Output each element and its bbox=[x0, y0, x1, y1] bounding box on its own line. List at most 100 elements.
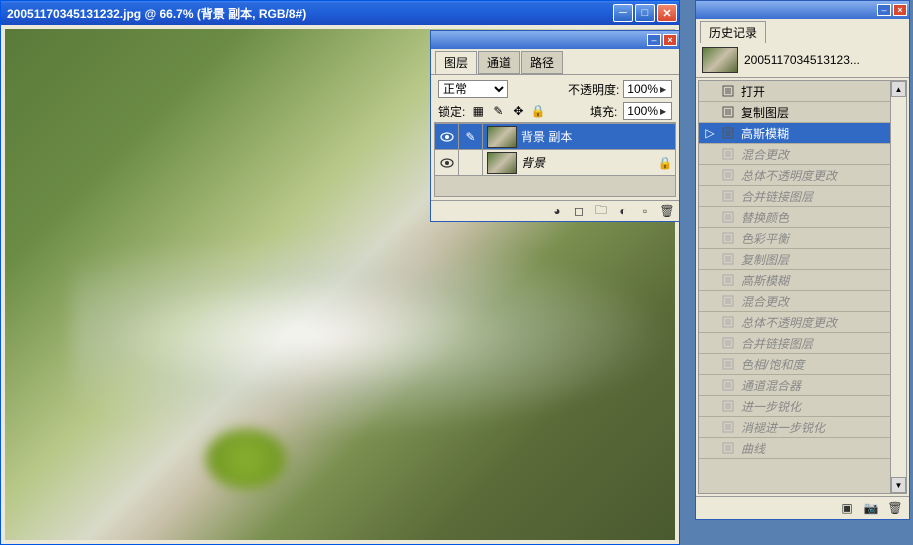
opacity-input[interactable]: 100%▶ bbox=[623, 80, 672, 98]
history-step-icon bbox=[719, 106, 737, 118]
history-step-label: 色彩平衡 bbox=[737, 230, 906, 247]
panel-minimize-button[interactable]: – bbox=[647, 34, 661, 46]
history-step-label: 合并链接图层 bbox=[737, 335, 906, 352]
history-snapshot-row[interactable]: 2005117034513123... bbox=[696, 43, 909, 78]
layer-name[interactable]: 背景 bbox=[521, 154, 655, 171]
history-row[interactable]: 替换颜色 bbox=[699, 207, 906, 228]
history-step-icon bbox=[719, 442, 737, 454]
arrow-right-icon[interactable]: ▶ bbox=[659, 107, 669, 116]
history-row[interactable]: 总体不透明度更改 bbox=[699, 165, 906, 186]
history-row[interactable]: 进一步锐化 bbox=[699, 396, 906, 417]
layer-mask-icon[interactable]: ◻ bbox=[571, 204, 587, 218]
history-source-marker[interactable]: ▷ bbox=[701, 126, 719, 140]
history-row[interactable]: 色相/饱和度 bbox=[699, 354, 906, 375]
arrow-right-icon[interactable]: ▶ bbox=[659, 85, 669, 94]
snapshot-thumbnail[interactable] bbox=[702, 47, 738, 73]
layer-row[interactable]: 背景 🔒 bbox=[435, 150, 675, 176]
history-step-icon bbox=[719, 253, 737, 265]
history-step-label: 复制图层 bbox=[737, 251, 906, 268]
layers-panel-titlebar[interactable]: – × bbox=[431, 31, 679, 49]
history-step-label: 打开 bbox=[737, 83, 906, 100]
history-row[interactable]: 消褪进一步锐化 bbox=[699, 417, 906, 438]
layers-panel: – × 图层 通道 路径 正常 不透明度: 100%▶ 锁定: ▦ ✎ ✥ 🔒 … bbox=[430, 30, 680, 222]
history-row[interactable]: 曲线 bbox=[699, 438, 906, 459]
history-step-label: 混合更改 bbox=[737, 146, 906, 163]
panel-close-button[interactable]: × bbox=[893, 4, 907, 16]
tab-paths[interactable]: 路径 bbox=[521, 51, 563, 74]
lock-label: 锁定: bbox=[438, 103, 465, 120]
scrollbar[interactable]: ▲ ▼ bbox=[890, 81, 906, 493]
history-row[interactable]: 色彩平衡 bbox=[699, 228, 906, 249]
new-layer-icon[interactable]: ▫ bbox=[637, 204, 653, 218]
history-step-icon bbox=[719, 148, 737, 160]
panel-minimize-button[interactable]: – bbox=[877, 4, 891, 16]
history-row[interactable]: 复制图层 bbox=[699, 249, 906, 270]
history-row[interactable]: 总体不透明度更改 bbox=[699, 312, 906, 333]
history-row[interactable]: 高斯模糊 bbox=[699, 270, 906, 291]
history-step-icon bbox=[719, 127, 737, 139]
history-step-label: 高斯模糊 bbox=[737, 125, 906, 142]
history-step-icon bbox=[719, 379, 737, 391]
history-row[interactable]: ▷ 高斯模糊 bbox=[699, 123, 906, 144]
history-row[interactable]: 通道混合器 bbox=[699, 375, 906, 396]
history-row[interactable]: 混合更改 bbox=[699, 144, 906, 165]
history-step-label: 进一步锐化 bbox=[737, 398, 906, 415]
tab-channels[interactable]: 通道 bbox=[478, 51, 520, 74]
history-step-icon bbox=[719, 190, 737, 202]
history-list: 打开复制图层▷高斯模糊混合更改总体不透明度更改合并链接图层替换颜色色彩平衡复制图… bbox=[698, 80, 907, 494]
tab-layers[interactable]: 图层 bbox=[435, 51, 477, 74]
link-slot[interactable] bbox=[459, 150, 483, 175]
new-snapshot-icon[interactable]: 📷 bbox=[863, 501, 879, 515]
blend-mode-select[interactable]: 正常 bbox=[438, 80, 508, 98]
lock-all-icon[interactable]: 🔒 bbox=[531, 104, 545, 118]
lock-transparency-icon[interactable]: ▦ bbox=[471, 104, 485, 118]
history-step-label: 通道混合器 bbox=[737, 377, 906, 394]
history-row[interactable]: 合并链接图层 bbox=[699, 186, 906, 207]
adjustment-layer-icon[interactable]: ◐ bbox=[615, 204, 631, 218]
layers-panel-body: 正常 不透明度: 100%▶ 锁定: ▦ ✎ ✥ 🔒 填充: 100%▶ ✎ 背… bbox=[431, 74, 679, 200]
history-step-icon bbox=[719, 316, 737, 328]
scroll-down-icon[interactable]: ▼ bbox=[891, 477, 906, 493]
history-panel: – × 历史记录 2005117034513123... 打开复制图层 ▷ 高斯模糊… bbox=[695, 0, 910, 520]
visibility-toggle[interactable] bbox=[435, 150, 459, 175]
snapshot-name: 2005117034513123... bbox=[744, 53, 860, 67]
layer-name[interactable]: 背景 副本 bbox=[521, 128, 675, 145]
layer-list: ✎ 背景 副本 背景 🔒 bbox=[434, 123, 676, 197]
history-tabs: 历史记录 bbox=[696, 19, 909, 43]
history-body: 2005117034513123... 打开复制图层▷高斯模糊混合更改总体不透明… bbox=[696, 43, 909, 519]
history-step-icon bbox=[719, 337, 737, 349]
history-panel-titlebar[interactable]: – × bbox=[696, 1, 909, 19]
layer-style-icon[interactable]: ◕ bbox=[549, 204, 565, 218]
minimize-button[interactable]: ─ bbox=[613, 4, 633, 22]
delete-state-icon[interactable]: 🗑 bbox=[887, 501, 903, 515]
scroll-up-icon[interactable]: ▲ bbox=[891, 81, 906, 97]
layer-row[interactable]: ✎ 背景 副本 bbox=[435, 124, 675, 150]
history-step-icon bbox=[719, 274, 737, 286]
layer-thumbnail[interactable] bbox=[487, 126, 517, 148]
history-row[interactable]: 合并链接图层 bbox=[699, 333, 906, 354]
delete-layer-icon[interactable]: 🗑 bbox=[659, 204, 675, 218]
history-step-icon bbox=[719, 358, 737, 370]
history-step-label: 混合更改 bbox=[737, 293, 906, 310]
history-row[interactable]: 打开 bbox=[699, 81, 906, 102]
history-step-label: 总体不透明度更改 bbox=[737, 167, 906, 184]
close-button[interactable]: ✕ bbox=[657, 4, 677, 22]
history-row[interactable]: 复制图层 bbox=[699, 102, 906, 123]
layer-thumbnail[interactable] bbox=[487, 152, 517, 174]
lock-move-icon[interactable]: ✥ bbox=[511, 104, 525, 118]
lock-brush-icon[interactable]: ✎ bbox=[491, 104, 505, 118]
maximize-button[interactable]: □ bbox=[635, 4, 655, 22]
fill-input[interactable]: 100%▶ bbox=[623, 102, 672, 120]
history-row[interactable]: 混合更改 bbox=[699, 291, 906, 312]
new-document-from-state-icon[interactable]: ▣ bbox=[839, 501, 855, 515]
document-titlebar[interactable]: 20051170345131232.jpg @ 66.7% (背景 副本, RG… bbox=[1, 1, 679, 25]
tab-history[interactable]: 历史记录 bbox=[700, 21, 766, 43]
opacity-label: 不透明度: bbox=[568, 81, 619, 98]
history-step-label: 消褪进一步锐化 bbox=[737, 419, 906, 436]
visibility-toggle[interactable] bbox=[435, 124, 459, 149]
history-panel-footer: ▣ 📷 🗑 bbox=[696, 496, 909, 519]
panel-close-button[interactable]: × bbox=[663, 34, 677, 46]
new-set-icon[interactable]: 🗀 bbox=[593, 204, 609, 218]
history-step-icon bbox=[719, 421, 737, 433]
history-step-label: 替换颜色 bbox=[737, 209, 906, 226]
